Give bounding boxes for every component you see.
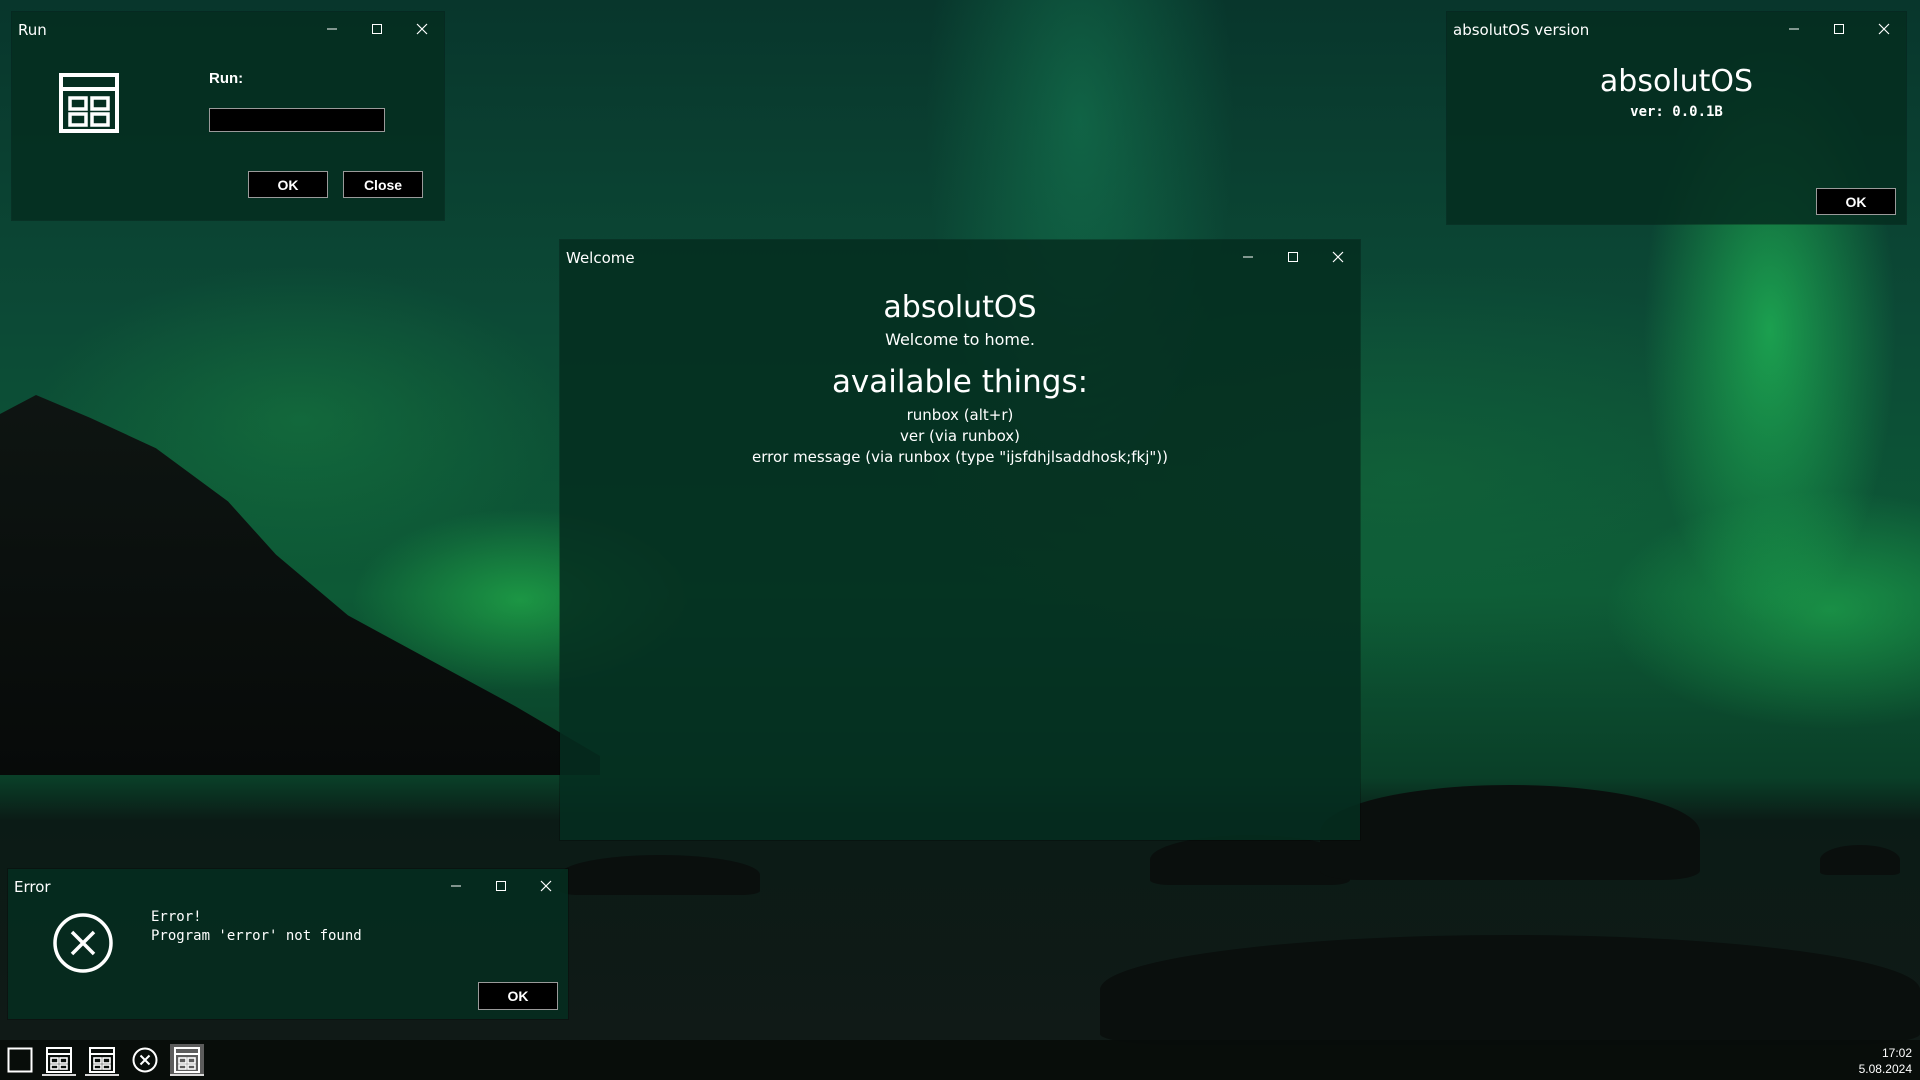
minimize-button[interactable] (309, 12, 354, 46)
minimize-button[interactable] (1225, 240, 1270, 274)
start-square-icon (7, 1047, 33, 1073)
error-heading: Error! (151, 909, 202, 925)
minimize-icon (326, 28, 337, 30)
background-rock (1820, 845, 1900, 875)
close-icon (1332, 251, 1343, 263)
welcome-window: Welcome absolutOS Welcome to home. avail… (560, 240, 1360, 840)
window-layout-icon (46, 1047, 72, 1073)
welcome-subheading: Welcome to home. (885, 330, 1035, 349)
close-icon (1878, 23, 1889, 35)
maximize-icon (1833, 24, 1844, 34)
clock-time: 17:02 (1881, 1046, 1912, 1060)
welcome-titlebar[interactable]: Welcome (560, 240, 1360, 274)
error-ok-button[interactable]: OK (478, 982, 558, 1010)
close-icon (540, 880, 551, 892)
clock-date: 5.08.2024 (1858, 1062, 1912, 1076)
minimize-button[interactable] (1771, 12, 1816, 46)
taskbar-item-welcome[interactable] (170, 1044, 204, 1076)
minimize-button[interactable] (433, 869, 478, 903)
close-icon (416, 23, 427, 35)
close-button[interactable] (1861, 12, 1906, 46)
taskbar: 17:02 5.08.2024 (0, 1040, 1920, 1080)
error-circle-x-icon (132, 1047, 158, 1073)
run-close-button[interactable]: Close (343, 171, 423, 198)
maximize-button[interactable] (1816, 12, 1861, 46)
version-ok-button[interactable]: OK (1816, 188, 1896, 215)
version-text: ver: 0.0.1B (1630, 104, 1723, 120)
minimize-icon (450, 885, 461, 887)
version-window: absolutOS version absolutOS ver: 0.0.1B … (1447, 12, 1906, 224)
maximize-icon (1287, 252, 1298, 262)
maximize-icon (495, 881, 506, 891)
clock[interactable]: 17:02 5.08.2024 (1859, 1045, 1912, 1077)
taskbar-item-error[interactable] (128, 1044, 162, 1076)
close-button[interactable] (523, 869, 568, 903)
list-item: ver (via runbox) (899, 427, 1021, 445)
background-rock (560, 855, 760, 895)
run-app-icon (58, 72, 120, 138)
list-item: runbox (alt+r) (906, 406, 1014, 424)
list-item: error message (via runbox (type "ijsfdhj… (751, 448, 1169, 466)
background-mountain (0, 395, 600, 775)
welcome-heading: absolutOS (883, 290, 1037, 325)
error-app-icon (52, 912, 114, 978)
maximize-button[interactable] (354, 12, 399, 46)
run-label: Run: (209, 70, 244, 87)
error-titlebar[interactable]: Error (8, 869, 568, 903)
error-window-title: Error (14, 878, 51, 896)
welcome-window-title: Welcome (566, 249, 635, 267)
error-message: Program 'error' not found (151, 928, 362, 944)
run-titlebar[interactable]: Run (12, 12, 444, 46)
version-window-title: absolutOS version (1453, 21, 1590, 39)
window-layout-icon (174, 1047, 200, 1073)
version-titlebar[interactable]: absolutOS version (1447, 12, 1906, 46)
start-button[interactable] (3, 1044, 37, 1076)
version-heading: absolutOS (1599, 64, 1754, 99)
maximize-icon (371, 24, 382, 34)
window-layout-icon (59, 73, 119, 133)
maximize-button[interactable] (1270, 240, 1315, 274)
run-input[interactable] (209, 108, 385, 132)
minimize-icon (1788, 28, 1799, 30)
close-button[interactable] (1315, 240, 1360, 274)
error-window: Error Error! Program 'error' not found O… (8, 869, 568, 1019)
maximize-button[interactable] (478, 869, 523, 903)
taskbar-item-run[interactable] (42, 1044, 76, 1076)
run-window-title: Run (18, 21, 47, 39)
run-ok-button[interactable]: OK (248, 171, 328, 198)
close-button[interactable] (399, 12, 444, 46)
background-rock (1100, 935, 1920, 1045)
error-circle-x-icon (53, 913, 113, 973)
window-layout-icon (89, 1047, 115, 1073)
background-rock (1320, 785, 1700, 880)
available-things-title: available things: (831, 364, 1089, 400)
minimize-icon (1242, 256, 1253, 258)
run-window: Run Run: OK Close (12, 12, 444, 220)
taskbar-item-version[interactable] (85, 1044, 119, 1076)
